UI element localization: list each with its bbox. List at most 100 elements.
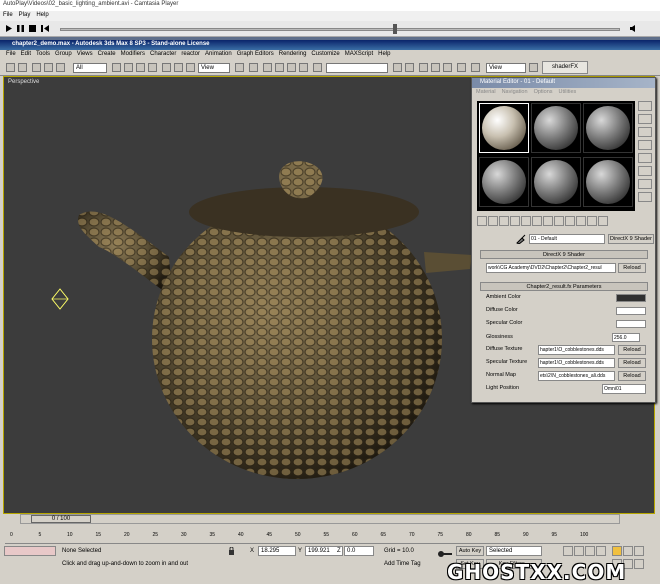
glossiness-value[interactable]: 256.0 xyxy=(612,333,640,342)
pivot-icon[interactable] xyxy=(235,63,244,72)
reset-map-icon[interactable] xyxy=(510,216,520,226)
render-type-dropdown[interactable]: View xyxy=(486,63,526,73)
scale-icon[interactable] xyxy=(186,63,195,72)
max-menu-create[interactable]: Create xyxy=(98,51,116,59)
material-name-field[interactable]: 01 - Default xyxy=(529,234,605,244)
redo-icon[interactable] xyxy=(18,63,27,72)
max-menu-help[interactable]: Help xyxy=(378,51,390,59)
pause-icon[interactable] xyxy=(17,25,24,32)
max-menu-graph-editors[interactable]: Graph Editors xyxy=(237,51,274,59)
diffuse-color-swatch[interactable] xyxy=(616,307,646,315)
named-selection-icon[interactable] xyxy=(313,63,322,72)
get-material-icon[interactable] xyxy=(477,216,487,226)
max-menu-group[interactable]: Group xyxy=(55,51,72,59)
material-editor-icon[interactable] xyxy=(457,63,466,72)
snap-icon[interactable] xyxy=(263,63,272,72)
background-icon[interactable] xyxy=(638,127,652,137)
mirror-icon[interactable] xyxy=(393,63,402,72)
move-icon[interactable] xyxy=(162,63,171,72)
put-to-scene-icon[interactable] xyxy=(488,216,498,226)
maximize-viewport-icon[interactable] xyxy=(634,559,644,569)
select-icon[interactable] xyxy=(112,63,121,72)
track-bar[interactable]: 0 5 10 15 20 25 30 35 40 45 50 55 60 65 70 75 80 85 90 95 10… xyxy=(5,526,620,544)
options-icon[interactable] xyxy=(638,179,652,189)
max-menu-character[interactable]: Character xyxy=(150,51,176,59)
me-menu-utilities[interactable]: Utilities xyxy=(559,89,577,96)
time-slider[interactable]: 0 / 100 xyxy=(20,514,620,524)
fx-parameters-rollout[interactable]: Chapter2_result.fx Parameters xyxy=(480,282,648,291)
key-icon[interactable] xyxy=(438,550,452,558)
specular-texture-field[interactable]: hapter1\O_cobblestones.dds xyxy=(538,358,615,368)
reload-diffuse-button[interactable]: Reload xyxy=(618,345,646,355)
schematic-view-icon[interactable] xyxy=(443,63,452,72)
menu-help[interactable]: Help xyxy=(36,12,48,20)
percent-snap-icon[interactable] xyxy=(287,63,296,72)
max-menu-views[interactable]: Views xyxy=(77,51,93,59)
stop-icon[interactable] xyxy=(29,25,36,32)
menu-play[interactable]: Play xyxy=(19,12,31,20)
material-slot-1[interactable] xyxy=(479,103,529,153)
light-position-dropdown[interactable]: Omni01 xyxy=(602,384,646,394)
auto-key-button[interactable]: Auto Key xyxy=(456,546,484,556)
max-menu-rendering[interactable]: Rendering xyxy=(279,51,307,59)
time-slider-thumb[interactable]: 0 / 100 xyxy=(31,515,91,523)
zoom-extents-icon[interactable] xyxy=(634,546,644,556)
selection-filter[interactable]: All xyxy=(73,63,107,73)
material-id-icon[interactable] xyxy=(554,216,564,226)
undo-icon[interactable] xyxy=(6,63,15,72)
normal-map-field[interactable]: ets\2\N_cobblestones_ali.dds xyxy=(538,371,615,381)
go-forward-icon[interactable] xyxy=(598,216,608,226)
pick-material-icon[interactable] xyxy=(516,234,526,245)
shader-type-button[interactable]: DirectX 9 Shader xyxy=(608,234,654,244)
link-icon[interactable] xyxy=(32,63,41,72)
specular-color-swatch[interactable] xyxy=(616,320,646,328)
max-menu-reactor[interactable]: reactor xyxy=(181,51,200,59)
bind-space-warp-icon[interactable] xyxy=(56,63,65,72)
play-icon[interactable] xyxy=(5,25,12,32)
zoom-all-icon[interactable] xyxy=(623,546,633,556)
assign-to-selection-icon[interactable] xyxy=(499,216,509,226)
angle-snap-icon[interactable] xyxy=(275,63,284,72)
max-menu-customize[interactable]: Customize xyxy=(311,51,339,59)
material-slot-5[interactable] xyxy=(531,157,581,207)
ambient-color-swatch[interactable] xyxy=(616,294,646,302)
quick-render-icon[interactable] xyxy=(529,63,538,72)
named-selection-sets[interactable] xyxy=(326,63,388,73)
align-icon[interactable] xyxy=(405,63,414,72)
curve-editor-icon[interactable] xyxy=(431,63,440,72)
max-menu-tools[interactable]: Tools xyxy=(36,51,50,59)
menu-file[interactable]: File xyxy=(3,12,13,20)
dx9-shader-rollout[interactable]: DirectX 9 Shader xyxy=(480,250,648,259)
shader-path-field[interactable]: work\CG Academy\DVD2\Chapter2\Chapter2_r… xyxy=(486,263,616,273)
skip-back-icon[interactable] xyxy=(41,25,49,32)
volume-icon[interactable] xyxy=(630,25,637,32)
max-menu-maxscript[interactable]: MAXScript xyxy=(345,51,373,59)
me-menu-material[interactable]: Material xyxy=(476,89,496,96)
reload-specular-button[interactable]: Reload xyxy=(618,358,646,368)
play-animation-icon[interactable] xyxy=(585,546,595,556)
max-menu-animation[interactable]: Animation xyxy=(205,51,232,59)
goto-start-icon[interactable] xyxy=(563,546,573,556)
reload-shader-button[interactable]: Reload xyxy=(618,263,646,273)
show-map-icon[interactable] xyxy=(565,216,575,226)
layer-manager-icon[interactable] xyxy=(419,63,428,72)
me-menu-navigation[interactable]: Navigation xyxy=(502,89,528,96)
uv-tiling-icon[interactable] xyxy=(638,140,652,150)
material-slot-3[interactable] xyxy=(583,103,633,153)
shaderfx-button[interactable]: shaderFX xyxy=(542,61,588,74)
rotate-icon[interactable] xyxy=(174,63,183,72)
lock-icon[interactable] xyxy=(228,546,235,555)
copy-material-icon[interactable] xyxy=(521,216,531,226)
spinner-snap-icon[interactable] xyxy=(299,63,308,72)
show-end-result-icon[interactable] xyxy=(576,216,586,226)
make-preview-icon[interactable] xyxy=(638,166,652,176)
select-by-name-icon[interactable] xyxy=(124,63,133,72)
z-coord[interactable]: 0.0 xyxy=(344,546,374,556)
material-slot-6[interactable] xyxy=(583,157,633,207)
select-by-material-icon[interactable] xyxy=(638,192,652,202)
reload-normal-button[interactable]: Reload xyxy=(618,371,646,381)
material-slot-2[interactable] xyxy=(531,103,581,153)
unlink-icon[interactable] xyxy=(44,63,53,72)
add-time-tag[interactable]: Add Time Tag xyxy=(384,561,421,567)
max-menu-file[interactable]: File xyxy=(6,51,16,59)
